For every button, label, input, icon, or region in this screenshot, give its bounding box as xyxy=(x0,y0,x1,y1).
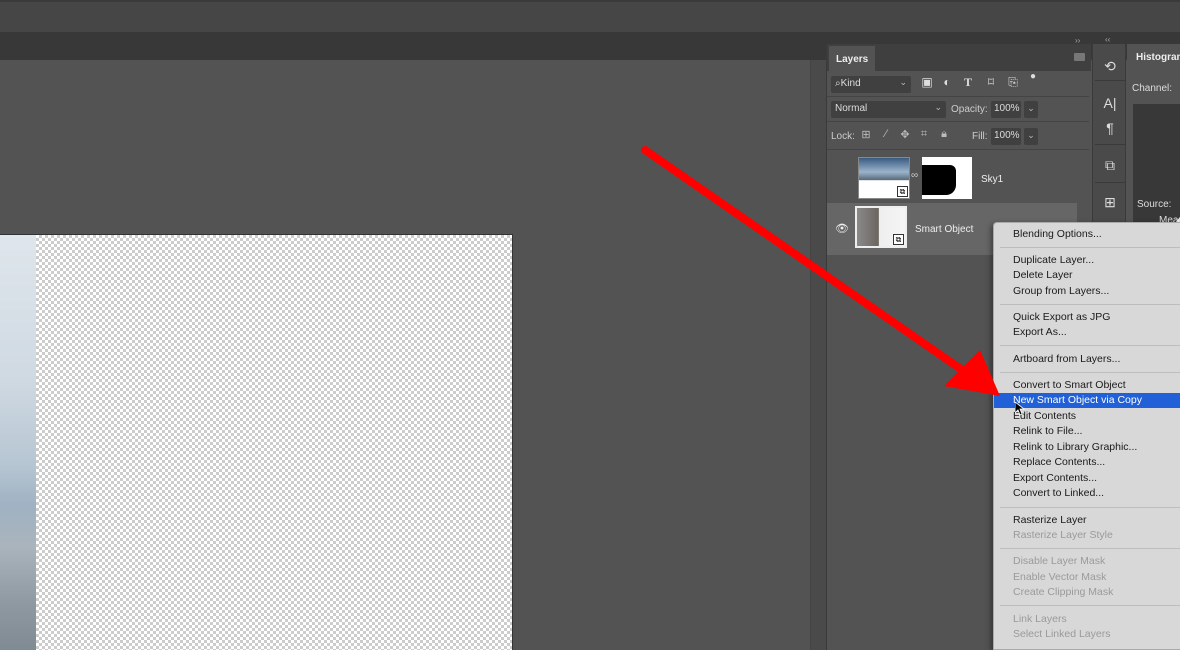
opacity-slider-button[interactable]: ⌄ xyxy=(1024,101,1038,118)
paragraph-styles-icon[interactable]: ⧉ xyxy=(1093,157,1127,174)
fill-label: Fill: xyxy=(972,131,988,142)
menu-item-disable-layer-mask: Disable Layer Mask xyxy=(1013,555,1106,567)
menu-item-export-as[interactable]: Export As... xyxy=(994,325,1180,340)
lock-row: Lock: ⊞ ∕ ✥ ⌗ 🔒︎ Fill: 100% ⌄ xyxy=(827,124,1089,150)
photoshop-window: Layers ›› ⌕Kind ⌄ ▣ ◐ T ⌑ ⎘ ● Normal ⌄ O… xyxy=(0,0,1180,650)
menu-item-replace-contents[interactable]: Replace Contents... xyxy=(994,455,1180,470)
menu-item-rasterize-layer-style: Rasterize Layer Style xyxy=(1013,529,1113,541)
menu-item-create-clipping-mask: Create Clipping Mask xyxy=(1013,586,1114,598)
blend-row: Normal ⌄ Opacity: 100% ⌄ xyxy=(827,98,1089,122)
collapse-panel-icon[interactable]: ›› xyxy=(1075,36,1080,45)
lock-transparency-icon[interactable]: ⊞ xyxy=(859,128,873,141)
clone-source-icon[interactable]: ⊞ xyxy=(1093,194,1127,211)
layer-row-sky1[interactable]: ⧉ ∞ Sky1 xyxy=(827,152,1077,204)
smart-object-badge-icon: ⧉ xyxy=(897,186,908,197)
blend-mode-select[interactable]: Normal ⌄ xyxy=(831,101,946,118)
lock-label: Lock: xyxy=(831,131,855,142)
adjustment-filter-icon[interactable]: ◐ xyxy=(939,75,955,89)
lock-pixels-icon[interactable]: ∕ xyxy=(879,128,893,140)
filter-row: ⌕Kind ⌄ ▣ ◐ T ⌑ ⎘ ● xyxy=(827,71,1089,97)
document-canvas[interactable] xyxy=(0,234,513,650)
layer-name[interactable]: Sky1 xyxy=(981,174,1003,185)
mask-link-icon[interactable]: ∞ xyxy=(911,170,918,181)
panel-menu-icon[interactable] xyxy=(1074,53,1085,61)
menu-item-relink-to-file[interactable]: Relink to File... xyxy=(994,424,1180,439)
chevron-down-icon: ⌄ xyxy=(899,77,907,87)
layer-thumbnail: ⧉ xyxy=(858,157,910,199)
menu-item-artboard-from-layers[interactable]: Artboard from Layers... xyxy=(994,352,1180,367)
mask-shape xyxy=(922,165,956,195)
menu-item-rasterize-layer[interactable]: Rasterize Layer xyxy=(994,513,1180,528)
shape-filter-icon[interactable]: ⌑ xyxy=(983,75,999,89)
menu-item-convert-to-linked[interactable]: Convert to Linked... xyxy=(994,486,1180,501)
source-label: Source: xyxy=(1137,199,1172,210)
lock-position-icon[interactable]: ✥ xyxy=(898,128,912,141)
filter-toggle-icon[interactable]: ● xyxy=(1025,71,1041,82)
layer-name[interactable]: Smart Object xyxy=(915,224,973,235)
layers-panel-header: Layers xyxy=(827,44,1091,71)
opacity-label: Opacity: xyxy=(951,104,988,115)
layer-mask-thumbnail[interactable] xyxy=(922,157,972,199)
menu-item-blending-options[interactable]: Blending Options... xyxy=(994,227,1180,242)
tab-histogram[interactable]: Histogram xyxy=(1129,44,1180,71)
paragraph-icon[interactable]: ¶ xyxy=(1093,120,1127,136)
canvas-photo-content xyxy=(0,235,36,650)
tab-layers[interactable]: Layers xyxy=(829,46,875,71)
filter-kind-select[interactable]: ⌕Kind ⌄ xyxy=(831,76,911,93)
smart-object-filter-icon[interactable]: ⎘ xyxy=(1005,75,1021,90)
menu-item-enable-vector-mask: Enable Vector Mask xyxy=(1013,571,1107,583)
lock-all-icon[interactable]: 🔒︎ xyxy=(937,128,951,141)
layer-thumbnail: ⧉ xyxy=(855,206,907,248)
smart-object-badge-icon: ⧉ xyxy=(893,234,904,245)
menu-item-relink-to-library-graphic[interactable]: Relink to Library Graphic... xyxy=(994,440,1180,455)
blend-mode-value: Normal xyxy=(835,103,868,114)
character-icon[interactable]: A| xyxy=(1093,95,1127,111)
mouse-cursor-icon xyxy=(1015,402,1025,416)
workspace-scrollbar[interactable] xyxy=(810,60,826,650)
menu-item-select-linked-layers: Select Linked Layers xyxy=(1013,628,1111,640)
menu-item-export-contents[interactable]: Export Contents... xyxy=(994,471,1180,486)
menu-item-quick-export-jpg[interactable]: Quick Export as JPG xyxy=(994,310,1180,325)
fill-slider-button[interactable]: ⌄ xyxy=(1024,128,1038,145)
options-bar xyxy=(0,0,1180,33)
visibility-eye-icon[interactable]: 👁︎ xyxy=(835,222,849,235)
channel-label: Channel: xyxy=(1132,83,1173,94)
menu-item-group-from-layers[interactable]: Group from Layers... xyxy=(994,284,1180,299)
history-icon[interactable]: ⟲ xyxy=(1093,58,1127,75)
fill-input[interactable]: 100% xyxy=(991,128,1021,145)
lock-artboard-icon[interactable]: ⌗ xyxy=(917,128,931,141)
menu-item-link-layers: Link Layers xyxy=(1013,613,1067,625)
kind-label: Kind xyxy=(840,78,861,89)
expand-panels-icon[interactable]: ‹‹ xyxy=(1105,35,1110,44)
menu-item-duplicate-layer[interactable]: Duplicate Layer... xyxy=(994,253,1180,268)
opacity-input[interactable]: 100% xyxy=(991,101,1021,118)
menu-item-delete-layer[interactable]: Delete Layer xyxy=(994,268,1180,283)
chevron-down-icon: ⌄ xyxy=(934,102,942,112)
type-filter-icon[interactable]: T xyxy=(960,75,976,90)
layer-context-menu: Blending Options... Duplicate Layer... D… xyxy=(993,222,1180,650)
image-filter-icon[interactable]: ▣ xyxy=(919,75,935,89)
menu-item-convert-to-smart-object[interactable]: Convert to Smart Object xyxy=(994,378,1180,393)
